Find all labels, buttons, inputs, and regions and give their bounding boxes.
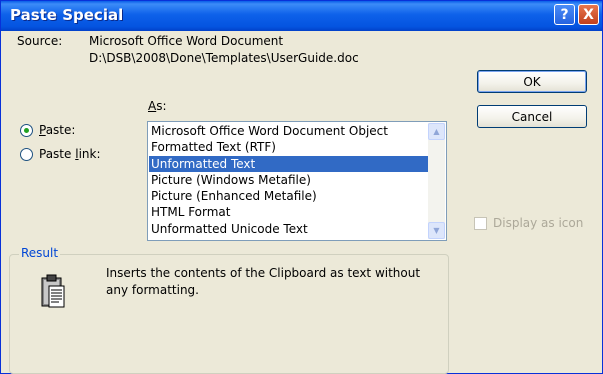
paste-radio-label[interactable]: Paste:	[39, 123, 75, 137]
format-list-item-selected[interactable]: Unformatted Text	[149, 155, 428, 172]
paste-radio[interactable]	[20, 124, 33, 137]
paste-link-radio-label[interactable]: Paste link:	[39, 147, 101, 161]
source-file-path: D:\DSB\2008\Done\Templates\UserGuide.doc	[89, 51, 359, 65]
format-list-item[interactable]: Unformatted Unicode Text	[149, 221, 428, 237]
arrow-up-icon: ▲	[433, 127, 440, 136]
dialog-title: Paste Special	[10, 6, 124, 24]
ok-button-label: OK	[523, 74, 541, 89]
cancel-button-label: Cancel	[511, 109, 553, 124]
cancel-button[interactable]: Cancel	[477, 105, 587, 128]
scroll-down-button[interactable]: ▼	[428, 222, 445, 239]
help-icon: ?	[560, 6, 569, 23]
close-icon: X	[583, 6, 594, 23]
display-as-icon-checkbox[interactable]	[474, 217, 487, 230]
result-description-line2: any formatting.	[106, 283, 199, 297]
title-bar[interactable]: Paste Special ? X	[1, 1, 602, 31]
display-as-icon-label[interactable]: Display as icon	[493, 216, 583, 230]
clipboard-icon	[41, 274, 65, 308]
paste-special-dialog: Paste Special ? X Source: Microsoft Offi…	[0, 0, 603, 374]
arrow-down-icon: ▼	[433, 226, 440, 235]
source-document-type: Microsoft Office Word Document	[89, 34, 284, 48]
paste-link-radio[interactable]	[20, 148, 33, 161]
format-list-item[interactable]: Formatted Text (RTF)	[149, 139, 428, 155]
format-list-item[interactable]: Picture (Windows Metafile)	[149, 172, 428, 188]
result-group-title: Result	[19, 246, 61, 260]
format-list-item[interactable]: Microsoft Office Word Document Object	[149, 123, 428, 139]
scroll-up-button[interactable]: ▲	[428, 123, 445, 140]
format-list: Microsoft Office Word Document Object Fo…	[149, 123, 428, 237]
ok-button[interactable]: OK	[477, 70, 587, 93]
listbox-scrollbar[interactable]: ▲ ▼	[428, 123, 445, 239]
result-description-line1: Inserts the contents of the Clipboard as…	[106, 266, 421, 280]
as-label: As:	[148, 99, 167, 113]
format-list-item[interactable]: HTML Format	[149, 204, 428, 220]
format-list-item[interactable]: Picture (Enhanced Metafile)	[149, 188, 428, 204]
help-button[interactable]: ?	[554, 4, 575, 25]
close-button[interactable]: X	[578, 4, 599, 25]
paste-format-listbox[interactable]: Microsoft Office Word Document Object Fo…	[147, 121, 447, 241]
source-label: Source:	[17, 34, 63, 48]
radio-selected-dot	[24, 128, 29, 133]
